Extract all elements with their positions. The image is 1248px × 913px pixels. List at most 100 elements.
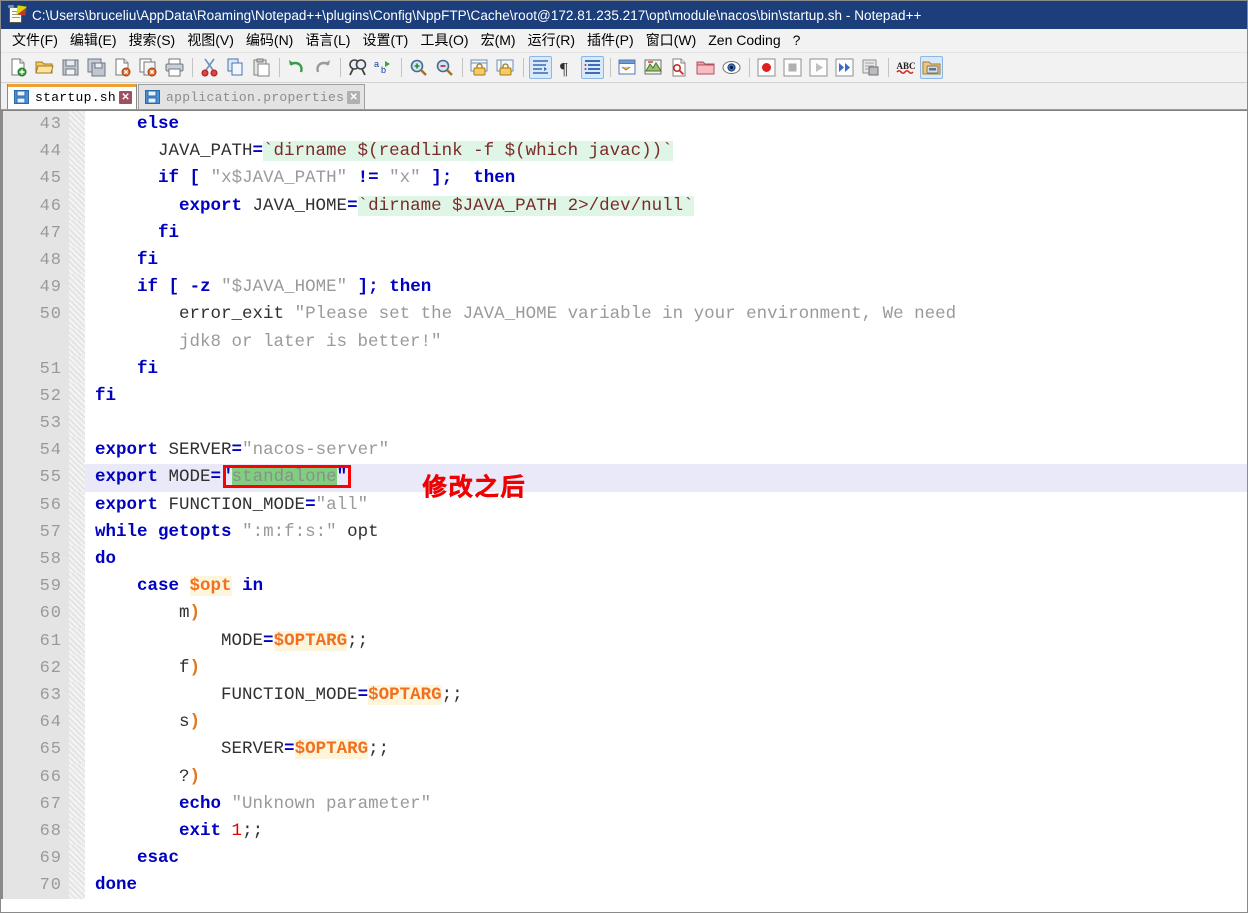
code-line[interactable]: 52 fi — [1, 382, 1247, 411]
fold-margin[interactable] — [69, 654, 85, 682]
code-text[interactable]: f) — [85, 655, 1247, 682]
find-icon[interactable] — [346, 56, 369, 79]
code-line[interactable]: jdk8 or later is better!" — [1, 328, 1247, 356]
macro-stop-icon[interactable] — [781, 56, 804, 79]
code-line[interactable]: 61 MODE=$OPTARG;; — [1, 627, 1247, 655]
code-line[interactable]: 45 if [ "x$JAVA_PATH" != "x" ]; then — [1, 165, 1247, 193]
fold-margin[interactable] — [69, 790, 85, 818]
code-text[interactable]: case $opt in — [85, 573, 1247, 600]
code-line[interactable]: 55 export MODE="standalone" — [1, 464, 1247, 492]
code-line[interactable]: 43 else — [1, 111, 1247, 139]
paste-icon[interactable] — [250, 56, 273, 79]
fold-margin[interactable] — [69, 355, 85, 383]
fold-margin[interactable] — [69, 763, 85, 791]
close-file-icon[interactable] — [111, 56, 134, 79]
code-text[interactable]: echo "Unknown parameter" — [85, 791, 1247, 818]
code-text[interactable]: m) — [85, 600, 1247, 627]
code-text[interactable]: exit 1;; — [85, 818, 1247, 845]
menu-language[interactable]: 语言(L) — [299, 28, 356, 53]
menu-run[interactable]: 运行(R) — [522, 28, 581, 53]
code-line[interactable]: 53 — [1, 410, 1247, 438]
macro-save-icon[interactable] — [859, 56, 882, 79]
menu-macro[interactable]: 宏(M) — [475, 28, 522, 53]
menu-tools[interactable]: 工具(O) — [414, 28, 474, 53]
fold-margin[interactable] — [69, 274, 85, 302]
code-text[interactable]: JAVA_PATH=`dirname $(readlink -f $(which… — [85, 138, 1247, 165]
fold-margin[interactable] — [69, 328, 85, 356]
fold-margin[interactable] — [69, 627, 85, 655]
close-all-files-icon[interactable] — [137, 56, 160, 79]
menu-edit[interactable]: 编辑(E) — [64, 28, 123, 53]
zoom-out-icon[interactable] — [433, 56, 456, 79]
code-line[interactable]: 69 esac — [1, 845, 1247, 873]
word-wrap-icon[interactable] — [529, 56, 552, 79]
fold-margin[interactable] — [69, 219, 85, 247]
code-line[interactable]: 44 JAVA_PATH=`dirname $(readlink -f $(wh… — [1, 138, 1247, 166]
code-line[interactable]: 46 export JAVA_HOME=`dirname $JAVA_PATH … — [1, 192, 1247, 220]
code-text[interactable]: export FUNCTION_MODE="all" — [85, 492, 1247, 519]
menu-zen-coding[interactable]: Zen Coding — [702, 30, 786, 51]
fold-margin[interactable] — [69, 410, 85, 438]
fold-margin[interactable] — [69, 246, 85, 275]
fold-margin[interactable] — [69, 573, 85, 601]
code-line[interactable]: 56 export FUNCTION_MODE="all" — [1, 491, 1247, 519]
code-text[interactable]: jdk8 or later is better!" — [85, 329, 1247, 356]
fold-margin[interactable] — [69, 546, 85, 574]
code-text[interactable]: export JAVA_HOME=`dirname $JAVA_PATH 2>/… — [85, 193, 1247, 220]
menu-file[interactable]: 文件(F) — [6, 28, 64, 53]
code-text[interactable] — [85, 410, 1247, 437]
menu-view[interactable]: 视图(V) — [181, 28, 240, 53]
function-list-icon[interactable] — [668, 56, 691, 79]
replace-icon[interactable]: ab — [372, 56, 395, 79]
code-text[interactable]: fi — [85, 383, 1247, 410]
code-text[interactable]: MODE=$OPTARG;; — [85, 628, 1247, 655]
code-editor[interactable]: 43 else 44 JAVA_PATH=`dirname $(readlink … — [1, 111, 1247, 912]
fold-margin[interactable] — [69, 600, 85, 628]
fold-margin[interactable] — [69, 845, 85, 873]
code-text[interactable]: SERVER=$OPTARG;; — [85, 736, 1247, 763]
code-line[interactable]: 65 SERVER=$OPTARG;; — [1, 736, 1247, 764]
folder-as-workspace-icon[interactable] — [694, 56, 717, 79]
spell-check-icon[interactable]: ABC — [894, 56, 917, 79]
fold-margin[interactable] — [69, 138, 85, 166]
code-text[interactable]: while getopts ":m:f:s:" opt — [85, 519, 1247, 546]
zoom-in-icon[interactable] — [407, 56, 430, 79]
sync-horizontal-scroll-icon[interactable] — [494, 56, 517, 79]
fold-margin[interactable] — [69, 165, 85, 193]
menu-plugins[interactable]: 插件(P) — [581, 28, 640, 53]
code-text[interactable]: fi — [85, 247, 1247, 274]
print-icon[interactable] — [163, 56, 186, 79]
tab-startup-sh[interactable]: startup.sh ✕ — [7, 84, 138, 109]
tab-application-properties[interactable]: application.properties ✕ — [138, 84, 366, 109]
code-line[interactable]: 64 s) — [1, 709, 1247, 737]
show-all-characters-icon[interactable]: ¶ — [555, 56, 578, 79]
menu-window[interactable]: 窗口(W) — [640, 28, 703, 53]
code-line[interactable]: 62 f) — [1, 654, 1247, 682]
menu-encoding[interactable]: 编码(N) — [240, 28, 299, 53]
code-line[interactable]: 51 fi — [1, 355, 1247, 383]
fold-margin[interactable] — [69, 491, 85, 519]
npp-ftp-icon[interactable] — [920, 56, 943, 79]
undo-icon[interactable] — [285, 56, 308, 79]
code-text[interactable]: esac — [85, 845, 1247, 872]
code-text[interactable]: if [ "x$JAVA_PATH" != "x" ]; then — [85, 165, 1247, 192]
macro-run-multiple-icon[interactable] — [833, 56, 856, 79]
tab-close-icon[interactable]: ✕ — [119, 90, 133, 104]
code-line[interactable]: 48 fi — [1, 246, 1247, 275]
code-text[interactable]: FUNCTION_MODE=$OPTARG;; — [85, 682, 1247, 709]
fold-margin[interactable] — [69, 301, 85, 329]
code-text[interactable]: error_exit "Please set the JAVA_HOME var… — [85, 301, 1247, 328]
code-line[interactable]: 57 while getopts ":m:f:s:" opt — [1, 518, 1247, 546]
code-text[interactable]: do — [85, 546, 1247, 573]
code-line[interactable]: 66 ?) — [1, 763, 1247, 791]
selected-text[interactable]: standalone — [231, 467, 337, 488]
sync-vertical-scroll-icon[interactable] — [468, 56, 491, 79]
redo-icon[interactable] — [311, 56, 334, 79]
new-file-icon[interactable] — [7, 56, 30, 79]
cut-icon[interactable] — [198, 56, 221, 79]
code-line[interactable]: 70 done — [1, 872, 1247, 900]
fold-margin[interactable] — [69, 437, 85, 465]
copy-icon[interactable] — [224, 56, 247, 79]
code-text[interactable]: export SERVER="nacos-server" — [85, 437, 1247, 464]
fold-margin[interactable] — [69, 518, 85, 546]
